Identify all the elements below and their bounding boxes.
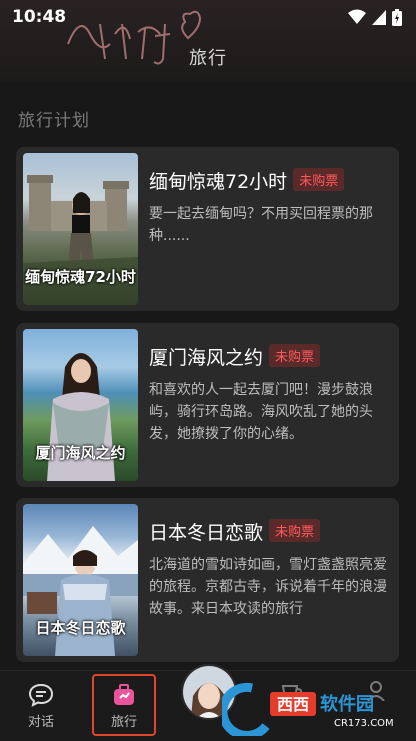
tab-chat[interactable]: 对话	[6, 671, 76, 741]
thumbnail-caption: 厦门海风之约	[35, 444, 126, 462]
card-thumbnail: 厦门海风之约	[23, 329, 138, 481]
travel-plan-card[interactable]: 缅甸惊魂72小时 缅甸惊魂72小时 未购票 要一起去缅甸吗？不用买回程票的那种..…	[16, 147, 399, 311]
card-title: 日本冬日恋歌 未购票	[149, 518, 321, 545]
card-description: 要一起去缅甸吗？不用买回程票的那种......	[149, 206, 373, 244]
card-title-text: 厦门海风之约	[149, 347, 264, 369]
active-tab-highlight	[92, 674, 156, 736]
thumbnail-caption: 缅甸惊魂72小时	[25, 268, 136, 286]
svg-text:西西: 西西	[277, 695, 309, 714]
signal-icon	[372, 9, 386, 25]
card-title: 厦门海风之约 未购票	[149, 343, 321, 370]
wifi-icon	[348, 9, 366, 24]
card-description: 北海道的雪如诗如画，雪灯盏盏照亮爱的旅程。京都古寺，诉说着千年的浪漫故事。来日本…	[149, 557, 387, 617]
chat-bubble-icon	[28, 683, 54, 707]
travel-plan-card[interactable]: 日本冬日恋歌 日本冬日恋歌 未购票 北海道的雪如诗如画，雪灯盏盏照亮爱的旅程。京都…	[16, 498, 399, 662]
thumbnail-caption: 日本冬日恋歌	[35, 619, 126, 637]
card-thumbnail: 日本冬日恋歌	[23, 504, 138, 656]
page-title: 旅行	[189, 48, 227, 69]
status-time: 10:48	[12, 7, 67, 27]
card-title-text: 日本冬日恋歌	[149, 522, 264, 544]
section-title: 旅行计划	[18, 111, 90, 131]
site-watermark-logo: 西西 软件园 CR173.COM	[222, 682, 394, 736]
ticket-status-badge: 未购票	[293, 168, 345, 191]
tab-chat-label: 对话	[27, 714, 54, 730]
card-title-text: 缅甸惊魂72小时	[149, 171, 288, 193]
travel-plan-card[interactable]: 厦门海风之约 厦门海风之约 未购票 和喜欢的人一起去厦门吧！漫步鼓浪屿，骑行环岛路…	[16, 323, 399, 487]
status-bar: 10:48	[0, 0, 416, 34]
card-description: 和喜欢的人一起去厦门吧！漫步鼓浪屿，骑行环岛路。海风吹乱了她的头发，她撩拨了你的…	[149, 382, 373, 442]
svg-text:软件园: 软件园	[320, 693, 374, 715]
battery-icon	[392, 8, 402, 26]
card-title: 缅甸惊魂72小时 未购票	[149, 167, 345, 194]
ticket-status-badge: 未购票	[269, 344, 321, 367]
svg-text:CR173.COM: CR173.COM	[334, 718, 394, 729]
card-thumbnail: 缅甸惊魂72小时	[23, 153, 138, 305]
ticket-status-badge: 未购票	[269, 519, 321, 542]
